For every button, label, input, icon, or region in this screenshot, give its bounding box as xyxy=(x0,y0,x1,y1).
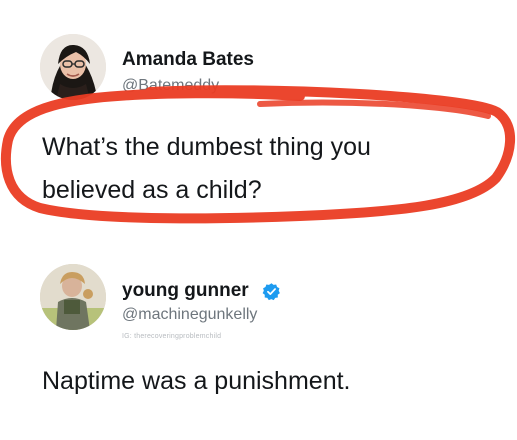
post-young-gunner: young gunner @machinegunkelly IG: therec… xyxy=(0,230,517,440)
instagram-credit: IG: therecoveringproblemchild xyxy=(122,333,222,340)
display-name[interactable]: Amanda Bates xyxy=(122,49,254,71)
verified-badge-icon xyxy=(262,283,280,301)
post-amanda-bates: Amanda Bates @Batemeddy What’s the dumbe… xyxy=(0,0,517,230)
avatar-amanda-bates[interactable] xyxy=(40,34,106,100)
profile-photo-icon xyxy=(40,264,106,330)
user-handle[interactable]: @Batemeddy xyxy=(122,77,219,95)
profile-photo-icon xyxy=(40,34,106,100)
post-text-line-2: believed as a child? xyxy=(42,176,262,204)
display-name[interactable]: young gunner xyxy=(122,280,249,302)
post-text-line-1: Naptime was a punishment. xyxy=(42,367,351,395)
avatar-young-gunner[interactable] xyxy=(40,264,106,330)
user-handle[interactable]: @machinegunkelly xyxy=(122,306,257,324)
post-text-line-1: What’s the dumbest thing you xyxy=(42,133,371,161)
